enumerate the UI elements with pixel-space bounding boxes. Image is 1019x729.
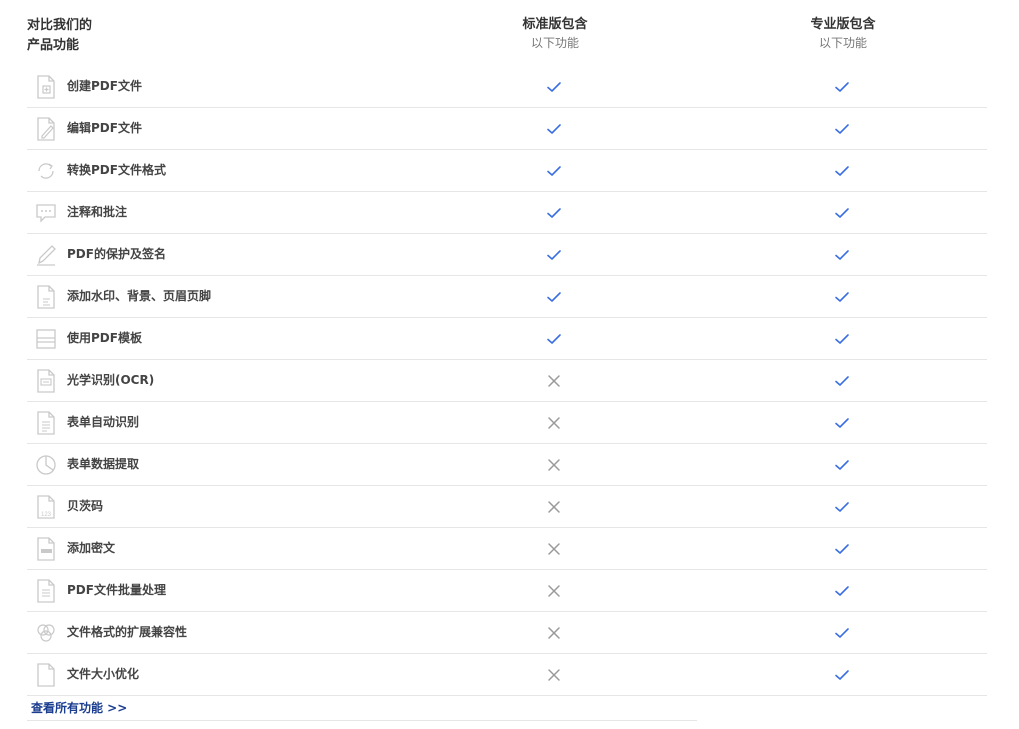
feature-row: 创建PDF文件 (27, 66, 987, 108)
formats-icon (35, 621, 57, 645)
feature-row: 添加密文 (27, 528, 987, 570)
pro-check-icon (834, 499, 850, 515)
feature-row: 文件格式的扩展兼容性 (27, 612, 987, 654)
feature-row: 使用PDF模板 (27, 318, 987, 360)
feature-row: 转换PDF文件格式 (27, 150, 987, 192)
page-title-line1: 对比我们的 (27, 18, 93, 33)
feature-row: 123 贝茨码 (27, 486, 987, 528)
file-optimize-icon (35, 663, 57, 687)
standard-check-icon (546, 205, 562, 221)
feature-label: PDF的保护及签名 (67, 247, 166, 261)
form-icon (35, 411, 57, 435)
standard-cross-icon (546, 499, 562, 515)
feature-label: 使用PDF模板 (67, 331, 142, 345)
page-title-line2: 产品功能 (27, 38, 80, 53)
pro-check-icon (834, 625, 850, 641)
feature-row: 文件大小优化 (27, 654, 987, 696)
pro-check-icon (834, 541, 850, 557)
feature-row: PDF文件批量处理 (27, 570, 987, 612)
pro-check-icon (834, 415, 850, 431)
standard-cross-icon (546, 667, 562, 683)
pie-chart-icon (35, 453, 57, 477)
comparison-header: 对比我们的 产品功能 标准版包含 以下功能 专业版包含 以下功能 (0, 0, 1019, 66)
pro-column-header: 专业版包含 以下功能 (743, 16, 943, 52)
standard-check-icon (546, 79, 562, 95)
pro-check-icon (834, 79, 850, 95)
pro-check-icon (834, 289, 850, 305)
template-icon (35, 327, 57, 351)
standard-check-icon (546, 289, 562, 305)
feature-label: 光学识别(OCR) (67, 373, 155, 387)
page-title: 对比我们的 产品功能 (27, 16, 177, 56)
pro-column-sub: 以下功能 (818, 36, 867, 50)
feature-label: 文件格式的扩展兼容性 (67, 625, 188, 639)
feature-label: 添加密文 (67, 541, 116, 555)
file-watermark-icon (35, 285, 57, 309)
standard-column-header: 标准版包含 以下功能 (455, 16, 655, 52)
footer-divider (27, 720, 697, 721)
feature-label: 文件大小优化 (67, 667, 140, 681)
standard-check-icon (546, 331, 562, 347)
feature-label: 注释和批注 (67, 205, 128, 219)
feature-label: 表单数据提取 (67, 457, 140, 471)
feature-label: 创建PDF文件 (67, 79, 142, 93)
feature-table: 创建PDF文件 编辑PDF文件转换PDF文件格式 注释和批注 PDF的保护及签名添加水… (27, 66, 987, 696)
pro-check-icon (834, 583, 850, 599)
feature-label: PDF文件批量处理 (67, 583, 166, 597)
comment-icon (35, 201, 57, 225)
convert-icon (35, 159, 57, 183)
pro-check-icon (834, 667, 850, 683)
feature-row: 编辑PDF文件 (27, 108, 987, 150)
pro-check-icon (834, 373, 850, 389)
standard-column-name: 标准版包含 (522, 17, 588, 32)
pro-check-icon (834, 205, 850, 221)
feature-label: 贝茨码 (67, 499, 104, 513)
pro-check-icon (834, 121, 850, 137)
view-all-features-link[interactable]: 查看所有功能 >> (31, 699, 127, 716)
file-edit-icon (35, 117, 57, 141)
standard-cross-icon (546, 373, 562, 389)
standard-cross-icon (546, 457, 562, 473)
pen-sign-icon (35, 243, 57, 267)
standard-check-icon (546, 121, 562, 137)
standard-check-icon (546, 247, 562, 263)
standard-cross-icon (546, 415, 562, 431)
feature-row: 表单自动识别 (27, 402, 987, 444)
ocr-icon (35, 369, 57, 393)
feature-label: 编辑PDF文件 (67, 121, 142, 135)
feature-row: PDF的保护及签名 (27, 234, 987, 276)
feature-label: 表单自动识别 (67, 415, 140, 429)
feature-row: 注释和批注 (27, 192, 987, 234)
batch-file-icon (35, 579, 57, 603)
standard-cross-icon (546, 625, 562, 641)
redact-icon (35, 537, 57, 561)
svg-text:123: 123 (41, 512, 52, 518)
feature-label: 转换PDF文件格式 (67, 163, 166, 177)
feature-row: 添加水印、背景、页眉页脚 (27, 276, 987, 318)
feature-row: 光学识别(OCR) (27, 360, 987, 402)
feature-label: 添加水印、背景、页眉页脚 (67, 289, 212, 303)
feature-row: 表单数据提取 (27, 444, 987, 486)
pro-check-icon (834, 457, 850, 473)
standard-cross-icon (546, 583, 562, 599)
pro-check-icon (834, 247, 850, 263)
standard-check-icon (546, 163, 562, 179)
standard-column-sub: 以下功能 (530, 36, 579, 50)
standard-cross-icon (546, 541, 562, 557)
pro-column-name: 专业版包含 (810, 17, 876, 32)
pro-check-icon (834, 163, 850, 179)
file-plus-icon (35, 75, 57, 99)
pro-check-icon (834, 331, 850, 347)
bates-number-icon: 123 (35, 495, 57, 519)
